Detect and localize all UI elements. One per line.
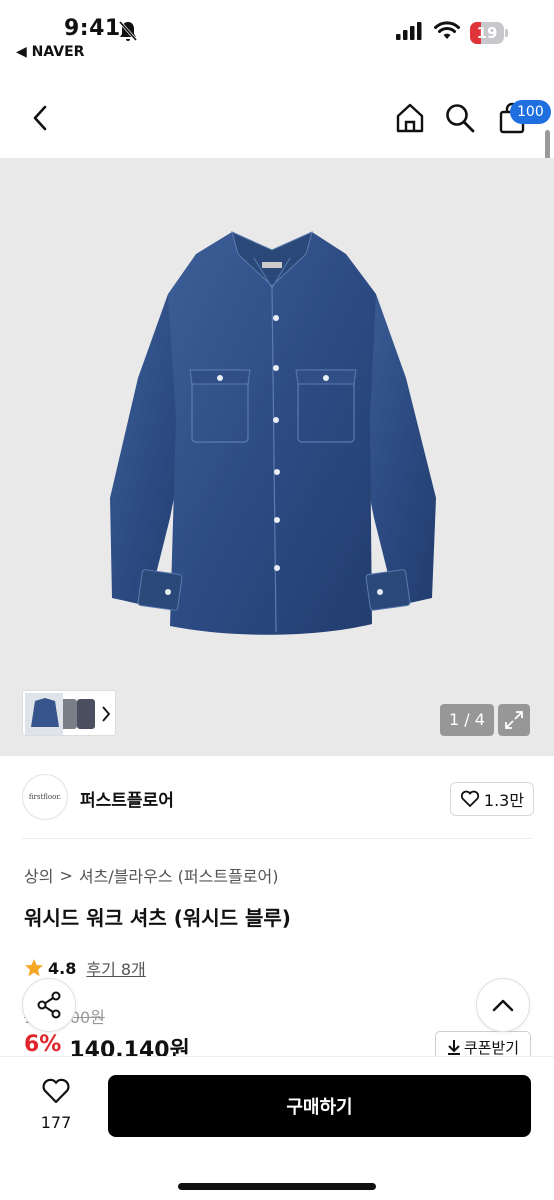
wishlist-button[interactable]: 177	[28, 1077, 84, 1137]
chevron-left-icon	[33, 105, 47, 131]
share-button[interactable]	[22, 978, 76, 1032]
status-bar: 9:41 ◀ NAVER 19	[0, 0, 554, 70]
brand-like-button[interactable]: 1.3만	[450, 782, 534, 816]
thumbnail-strip[interactable]	[22, 690, 116, 736]
product-image-gallery[interactable]: 1 / 4	[0, 158, 554, 756]
share-icon	[37, 991, 61, 1019]
search-button[interactable]	[440, 98, 480, 138]
coupon-label: 쿠폰받기	[463, 1038, 520, 1057]
home-indicator	[178, 1183, 376, 1190]
breadcrumb-subcategory[interactable]: 셔츠/블라우스 (퍼스트플로어)	[79, 863, 279, 887]
scroll-top-button[interactable]	[476, 978, 530, 1032]
search-icon	[446, 104, 475, 133]
chevron-up-icon	[492, 999, 514, 1012]
home-button[interactable]	[390, 98, 430, 138]
expand-button[interactable]	[498, 704, 530, 736]
rating-score: 4.8	[48, 958, 77, 978]
brand-name[interactable]: 퍼스트플로어	[80, 786, 174, 811]
breadcrumb-separator: >	[59, 865, 73, 885]
brand-row[interactable]: firstfloor. 퍼스트플로어 1.3만	[22, 774, 534, 824]
top-nav	[0, 80, 554, 158]
heart-icon	[460, 790, 479, 807]
product-photo	[110, 231, 436, 635]
wishlist-count: 177	[40, 1113, 72, 1132]
back-button[interactable]	[20, 98, 60, 138]
brand-logo[interactable]: firstfloor.	[22, 774, 68, 820]
battery-level: 19	[476, 24, 498, 42]
wifi-icon	[434, 21, 460, 39]
divider	[22, 838, 532, 839]
thumbnail-images	[25, 693, 111, 735]
bottom-action-bar: 177 구매하기	[0, 1056, 554, 1200]
back-to-app-link[interactable]: ◀ NAVER	[16, 44, 84, 60]
status-time: 9:41	[64, 16, 121, 41]
brand-logo-text: firstfloor.	[28, 793, 62, 801]
buy-button[interactable]: 구매하기	[108, 1075, 531, 1137]
cellular-signal-icon	[396, 22, 422, 40]
battery-indicator: 19	[470, 22, 508, 44]
image-counter: 1 / 4	[440, 704, 494, 736]
expand-icon	[505, 711, 523, 729]
star-icon	[25, 959, 43, 977]
heart-icon	[42, 1078, 70, 1104]
product-title: 워시드 워크 셔츠 (워시드 블루)	[24, 906, 291, 930]
breadcrumb: 상의 > 셔츠/블라우스 (퍼스트플로어)	[24, 863, 278, 887]
cart-count-badge: 100	[510, 100, 551, 124]
rating-row: 4.8 후기 8개	[24, 956, 146, 980]
bell-muted-icon	[118, 21, 138, 41]
download-icon	[447, 1040, 460, 1055]
brand-like-count: 1.3만	[483, 791, 525, 810]
home-icon	[396, 103, 424, 133]
breadcrumb-category[interactable]: 상의	[24, 863, 53, 887]
reviews-link[interactable]: 후기 8개	[86, 956, 145, 980]
